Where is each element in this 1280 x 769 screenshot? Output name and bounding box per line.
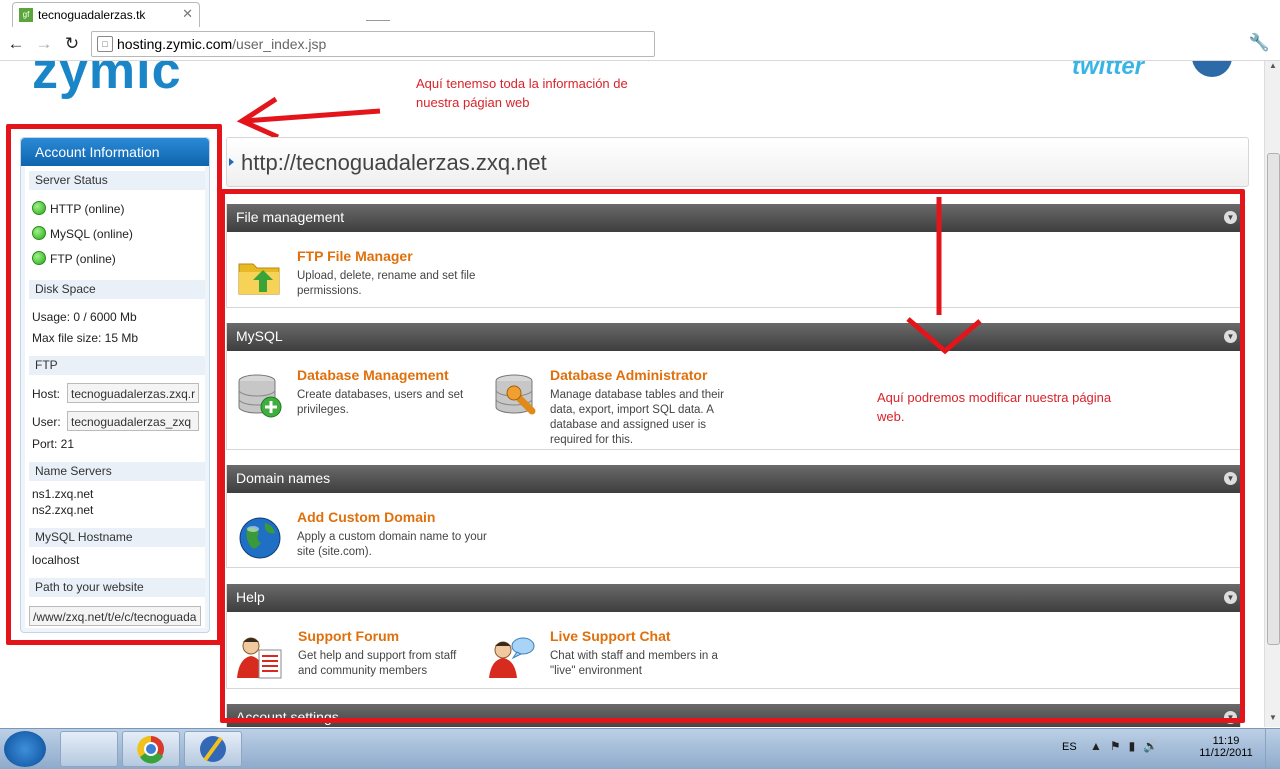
tab-title: tecnoguadalerzas.tk <box>38 8 146 22</box>
scroll-up-icon[interactable]: ▲ <box>1265 61 1280 75</box>
browser-toolbar: ← → ↻ □ hosting.zymic.com/user_index.jsp… <box>0 28 1280 61</box>
scroll-thumb[interactable] <box>1267 153 1280 645</box>
windows-taskbar: ES ▲⚑▮🔊 11:19 11/12/2011 <box>0 728 1280 769</box>
reload-icon[interactable]: ↻ <box>62 34 82 54</box>
system-tray[interactable]: ▲⚑▮🔊 <box>1090 739 1166 753</box>
show-desktop-button[interactable] <box>1265 729 1280 769</box>
new-tab-button[interactable] <box>366 20 390 27</box>
bullet-icon <box>229 158 234 166</box>
chrome-icon <box>137 735 164 764</box>
annotation-box-sidebar <box>6 124 222 645</box>
annotation-box-main <box>220 189 1245 723</box>
scroll-down-icon[interactable]: ▼ <box>1265 713 1280 727</box>
favicon-icon: gf <box>19 8 33 22</box>
browser-tab[interactable]: gf tecnoguadalerzas.tk ✕ <box>12 2 200 27</box>
globe-app-icon <box>200 736 226 762</box>
address-bar[interactable]: □ hosting.zymic.com/user_index.jsp <box>91 31 655 57</box>
page-icon: □ <box>97 36 113 52</box>
wrench-icon[interactable]: 🔧 <box>1249 33 1270 53</box>
clock-date: 11/12/2011 <box>1199 747 1253 759</box>
back-icon[interactable]: ← <box>6 34 26 54</box>
taskbar-app-icon[interactable] <box>184 731 242 767</box>
twitter-bird-icon <box>1192 61 1232 77</box>
forward-icon[interactable]: → <box>34 34 54 54</box>
twitter-logo[interactable]: twitter <box>1072 61 1144 81</box>
taskbar-chrome-icon[interactable] <box>122 731 180 767</box>
site-url[interactable]: http://tecnoguadalerzas.zxq.net <box>241 150 547 176</box>
zymic-logo[interactable]: zymic <box>32 61 182 101</box>
browser-tabbar: gf tecnoguadalerzas.tk ✕ <box>0 0 1280 28</box>
start-button[interactable] <box>4 731 46 767</box>
close-tab-icon[interactable]: ✕ <box>182 6 193 22</box>
clock-time: 11:19 <box>1212 735 1240 747</box>
url-text[interactable]: hosting.zymic.com/user_index.jsp <box>117 36 326 52</box>
clock[interactable]: 11:19 11/12/2011 <box>1196 735 1256 759</box>
language-indicator[interactable]: ES <box>1062 741 1077 753</box>
taskbar-users-icon[interactable] <box>60 731 118 767</box>
site-url-box: http://tecnoguadalerzas.zxq.net <box>226 137 1249 187</box>
annotation-top: Aquí tenemso toda la información de nues… <box>416 76 628 110</box>
page-scrollbar[interactable]: ▲ ▼ <box>1264 61 1280 727</box>
web-page: zymic twitter Aquí tenemso toda la infor… <box>0 61 1264 727</box>
annotation-right: Aquí podremos modificar nuestra página w… <box>877 390 1112 424</box>
annotation-arrow-icon <box>236 96 381 140</box>
annotation-down-arrow-icon <box>906 197 982 355</box>
